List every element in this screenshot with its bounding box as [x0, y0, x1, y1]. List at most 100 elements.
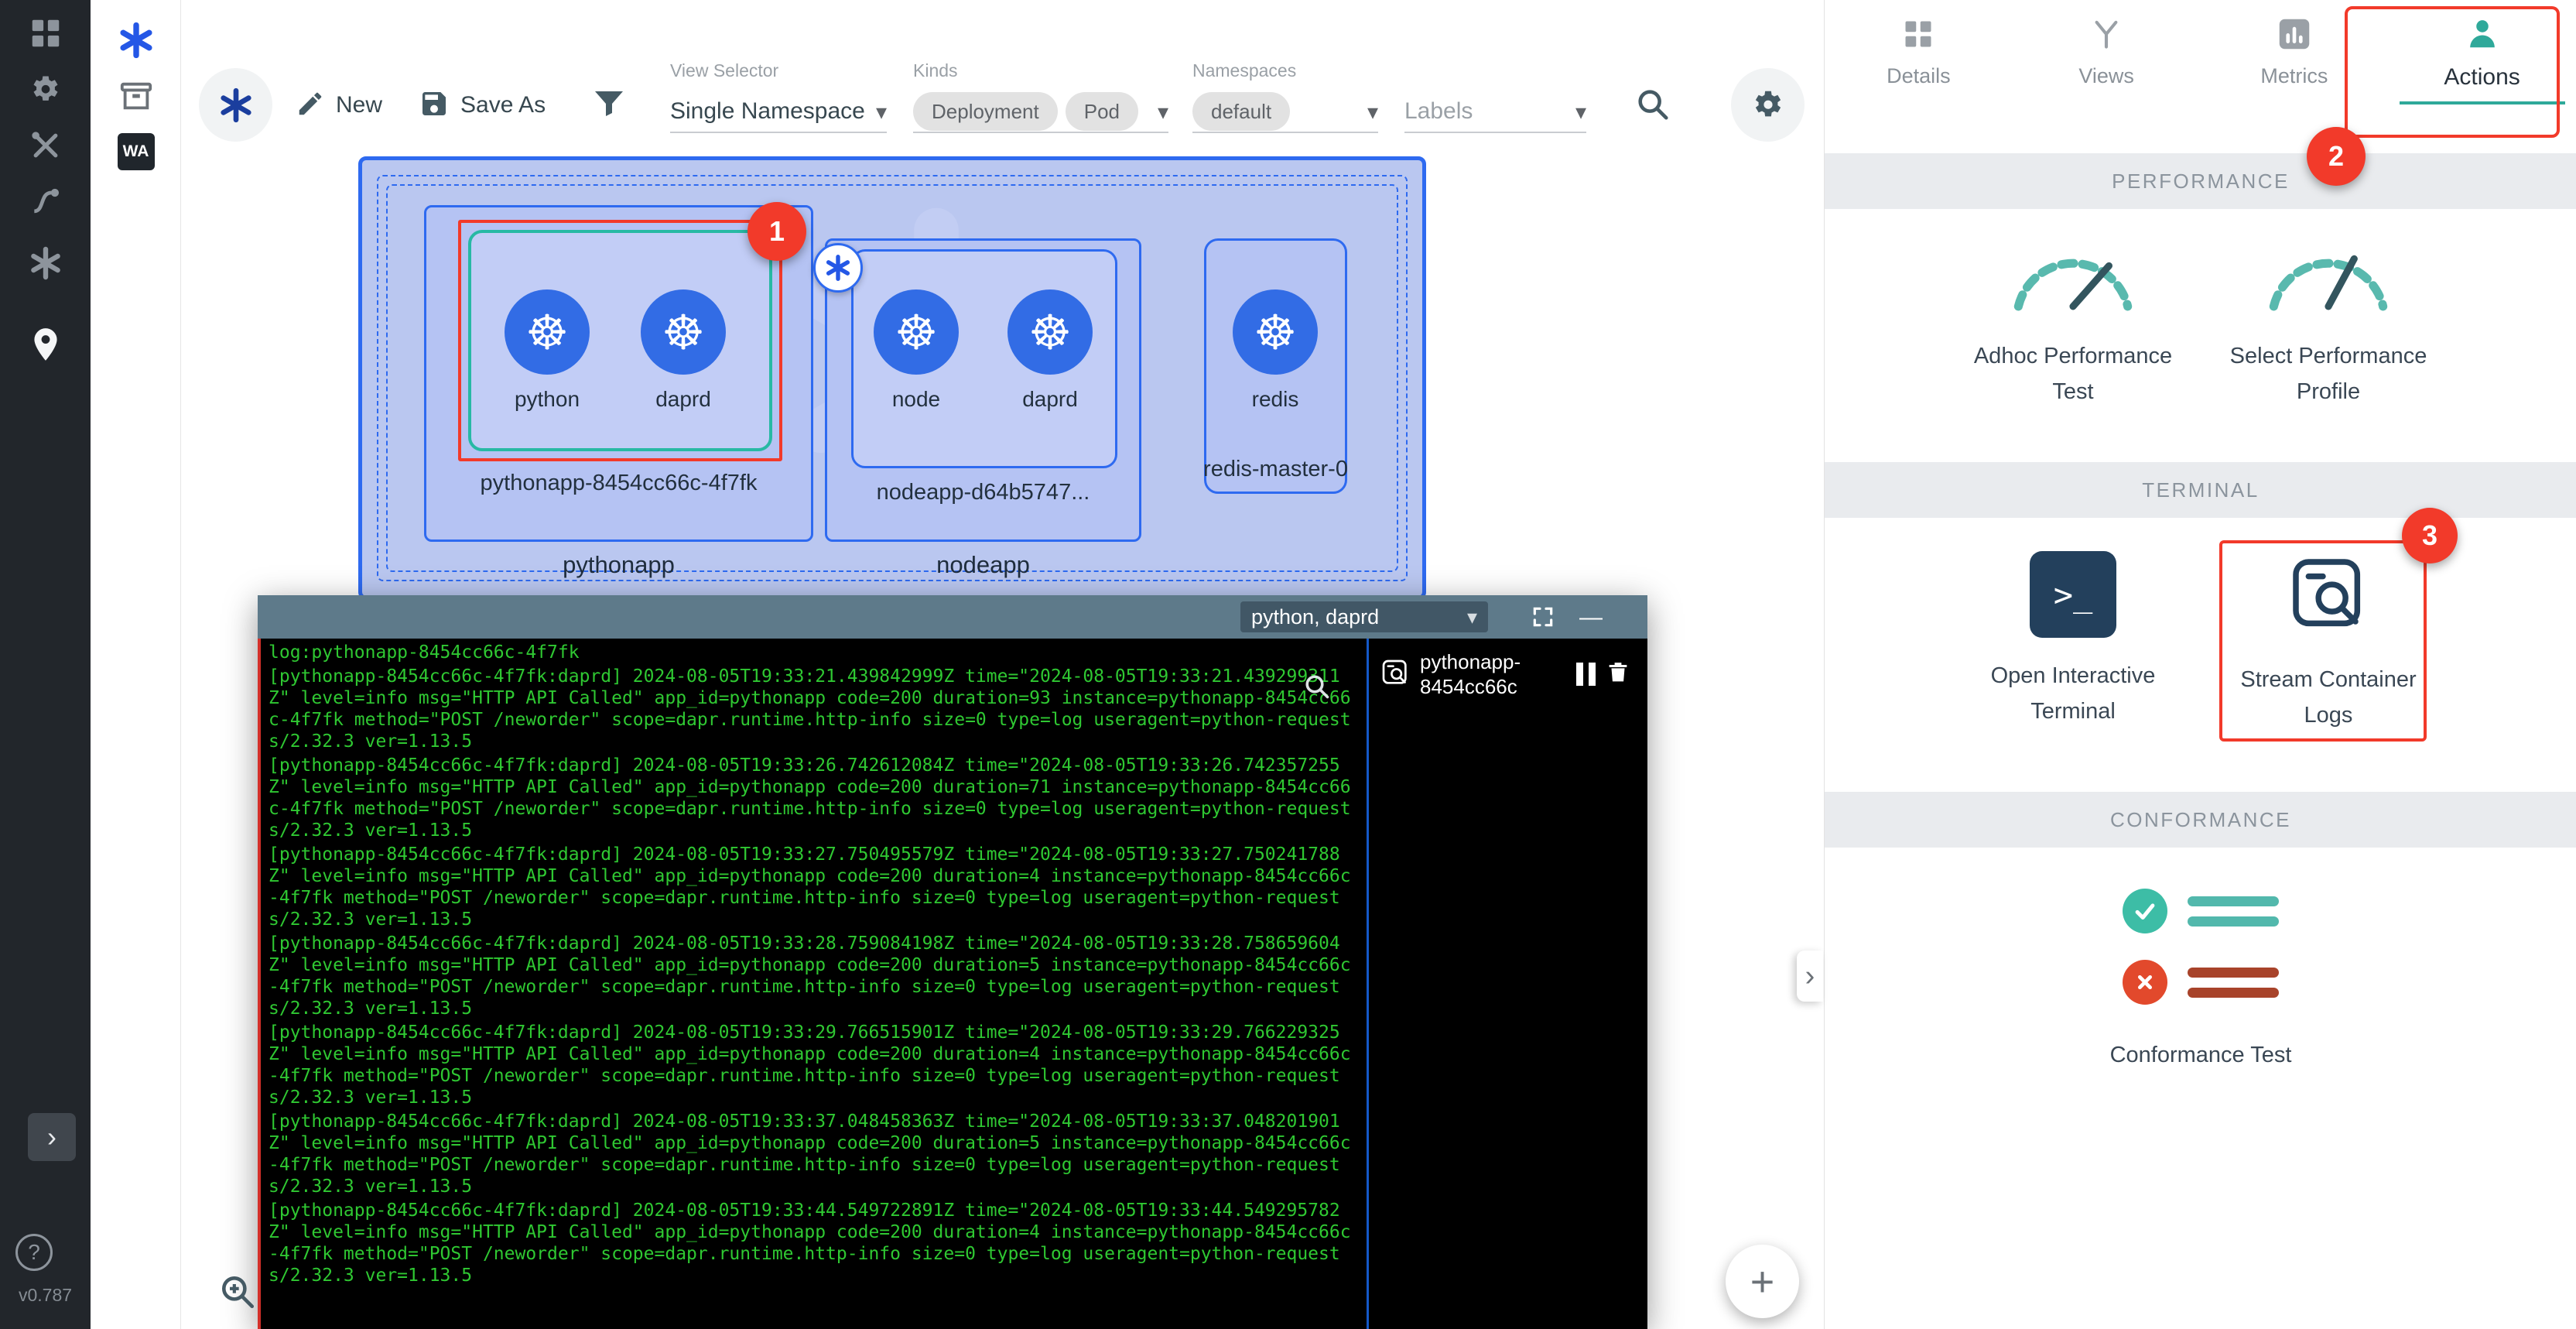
annotation-rect-1 [458, 220, 782, 461]
panel-collapse-chevron[interactable]: › [1797, 951, 1823, 1002]
terminal-header[interactable]: python, daprd ▾ — [258, 595, 1647, 639]
log-terminal-window: python, daprd ▾ — log:pythonapp-8454cc66… [258, 595, 1647, 1329]
dapr-workspace-icon[interactable] [91, 20, 181, 60]
kind-chip-pod[interactable]: Pod [1066, 92, 1138, 131]
chevron-down-icon[interactable]: ▾ [1367, 99, 1378, 125]
namespaces-field[interactable]: Namespaces default ▾ [1192, 60, 1378, 135]
view-selector-field[interactable]: View Selector Single Namespace ▾ [670, 60, 887, 135]
log-entry: [pythonapp-8454cc66c-4f7fk:daprd] 2024-0… [269, 1200, 1359, 1286]
container-node-daprd[interactable]: ☸ [1007, 289, 1093, 375]
section-header-terminal: TERMINAL [1825, 462, 2576, 518]
chevron-down-icon[interactable]: ▾ [876, 99, 887, 125]
dapr-sidecar-spinner-icon[interactable] [813, 243, 863, 293]
gauge-icon [2006, 232, 2140, 318]
open-interactive-terminal-action[interactable]: >_ Open Interactive Terminal [1945, 551, 2201, 729]
section-header-conformance: CONFORMANCE [1825, 792, 2576, 848]
stream-list-item[interactable]: pythonapp-8454cc66c [1369, 639, 1647, 710]
select-performance-profile-action[interactable]: Select Performance Profile [2201, 232, 2456, 409]
app-root: { "palette": { "accent_teal": "#2fa99a",… [0, 0, 2576, 1329]
check-circle-icon [2123, 889, 2167, 933]
save-icon [419, 88, 450, 123]
stream-item-name: pythonapp-8454cc66c [1420, 649, 1567, 699]
chevron-down-icon[interactable]: ▾ [1158, 99, 1168, 125]
add-fab-button[interactable]: + [1726, 1245, 1799, 1318]
apps-grid-icon[interactable] [0, 15, 91, 51]
view-selector-value: Single Namespace [670, 98, 865, 125]
log-entry: [pythonapp-8454cc66c-4f7fk:daprd] 2024-0… [269, 755, 1359, 841]
conformance-fail-row [2123, 960, 2279, 1005]
log-entry: [pythonapp-8454cc66c-4f7fk:daprd] 2024-0… [269, 933, 1359, 1019]
log-title-line: log:pythonapp-8454cc66c-4f7fk [269, 642, 1359, 663]
stream-logs-icon [1380, 657, 1411, 692]
details-panel: Details Views Metrics Actions PERFORMANC… [1824, 0, 2576, 1329]
namespaces-label: Namespaces [1192, 60, 1378, 81]
fullscreen-icon[interactable] [1531, 605, 1555, 633]
cross-circle-icon [2123, 960, 2167, 1005]
adhoc-performance-test-action[interactable]: Adhoc Performance Test [1945, 232, 2201, 409]
log-entry: [pythonapp-8454cc66c-4f7fk:daprd] 2024-0… [269, 1022, 1359, 1108]
kind-chip-deployment[interactable]: Deployment [913, 92, 1058, 131]
field-underline [1404, 132, 1586, 133]
help-icon[interactable]: ? [15, 1234, 53, 1271]
settings-gears-icon[interactable] [0, 71, 91, 108]
annotation-badge-1: 1 [747, 202, 806, 261]
deployment-name-label: nodeapp [829, 551, 1137, 579]
pod-name-label: nodeapp-d64b5747... [829, 480, 1137, 505]
filter-funnel-icon[interactable] [590, 85, 628, 126]
pause-icon[interactable] [1576, 663, 1596, 686]
route-icon[interactable] [0, 184, 91, 218]
action-label: Open Interactive Terminal [1961, 658, 2185, 729]
search-icon[interactable] [1635, 87, 1671, 126]
field-underline [670, 132, 887, 133]
field-underline [1192, 132, 1378, 133]
dapr-rail-icon[interactable] [0, 245, 91, 282]
tab-views[interactable]: Views [2013, 0, 2201, 88]
container-selector-dropdown[interactable]: python, daprd ▾ [1240, 601, 1488, 632]
kinds-field[interactable]: Kinds Deployment Pod ▾ [913, 60, 1168, 135]
wasm-badge[interactable]: WA [91, 133, 181, 170]
log-entry: [pythonapp-8454cc66c-4f7fk:daprd] 2024-0… [269, 844, 1359, 930]
new-button[interactable]: New [296, 87, 382, 124]
container-node-redis[interactable]: ☸ [1233, 289, 1318, 375]
action-label: Select Performance Profile [2216, 338, 2441, 409]
namespace-chip-default[interactable]: default [1192, 92, 1290, 131]
views-branch-icon [2089, 17, 2123, 55]
tab-label: Details [1887, 64, 1951, 88]
tab-label: Views [2078, 64, 2134, 88]
container-label: daprd [1007, 387, 1093, 412]
log-entry: [pythonapp-8454cc66c-4f7fk:daprd] 2024-0… [269, 666, 1359, 752]
minimize-icon[interactable]: — [1577, 606, 1605, 629]
container-node-node[interactable]: ☸ [874, 289, 959, 375]
save-as-label: Save As [460, 92, 546, 118]
refresh-spinner-button[interactable] [199, 68, 272, 142]
trash-icon[interactable] [1605, 659, 1631, 690]
gauge-icon [2262, 232, 2395, 318]
details-grid-icon [1901, 17, 1935, 55]
location-pin-icon[interactable] [0, 325, 91, 364]
tab-details[interactable]: Details [1825, 0, 2013, 88]
deployment-name-label: pythonapp [428, 551, 809, 579]
canvas-zoom-icon[interactable] [218, 1272, 257, 1315]
terminal-body: log:pythonapp-8454cc66c-4f7fk [pythonapp… [258, 639, 1647, 1329]
rail-expand-button[interactable]: › [28, 1113, 76, 1161]
conformance-test-action[interactable]: Conformance Test [1825, 889, 2576, 1073]
terminal-prompt-icon: >_ [2030, 551, 2116, 638]
pod-name-label: pythonapp-8454cc66c-4f7fk [428, 471, 809, 496]
save-as-button[interactable]: Save As [419, 87, 546, 124]
annotation-rect-3 [2219, 540, 2427, 742]
container-selector-value: python, daprd [1251, 605, 1379, 629]
action-label: Adhoc Performance Test [1961, 338, 2185, 409]
metrics-chart-icon [2277, 17, 2311, 55]
terminal-items: >_ Open Interactive Terminal Stream Cont… [1825, 551, 2576, 733]
performance-items: Adhoc Performance Test Select Performanc… [1825, 232, 2576, 409]
log-search-icon[interactable] [1303, 673, 1331, 704]
workspace-rail: WA [91, 0, 181, 1329]
settings-gear-button[interactable] [1731, 68, 1805, 142]
archive-box-icon[interactable] [91, 79, 181, 115]
tools-icon[interactable] [0, 128, 91, 163]
terminal-stream-list: pythonapp-8454cc66c [1367, 639, 1647, 1329]
log-output-area[interactable]: log:pythonapp-8454cc66c-4f7fk [pythonapp… [258, 639, 1367, 1329]
labels-field[interactable]: Labels ▾ [1404, 60, 1586, 135]
chevron-down-icon: ▾ [1467, 605, 1477, 629]
chevron-down-icon[interactable]: ▾ [1575, 99, 1586, 125]
